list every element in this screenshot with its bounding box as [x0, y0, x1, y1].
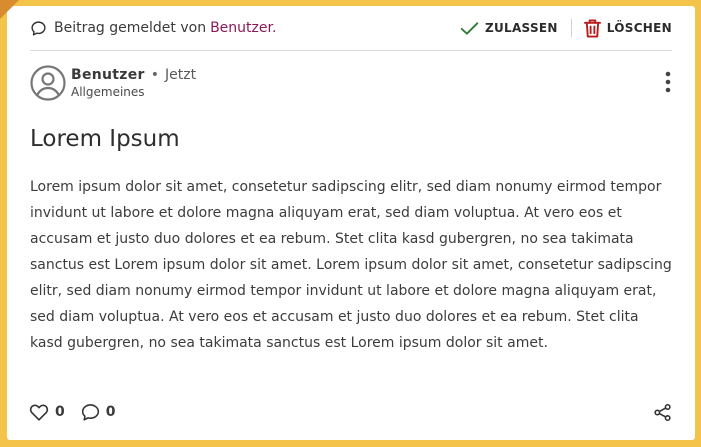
avatar[interactable] [30, 65, 66, 105]
post-header: Benutzer • Jetzt Allgemeines [30, 65, 672, 105]
like-count: 0 [55, 404, 65, 420]
author-block: Benutzer • Jetzt Allgemeines [71, 67, 196, 99]
card-corner-flag [0, 0, 19, 19]
delete-button[interactable]: LÖSCHEN [583, 19, 672, 38]
reported-post-card: Beitrag gemeldet von Benutzer. ZULASSEN [7, 6, 695, 440]
meta-separator: • [150, 67, 160, 83]
approve-label: ZULASSEN [484, 21, 558, 35]
reactions: 0 0 [29, 403, 132, 421]
heart-icon [29, 404, 49, 421]
delete-label: LÖSCHEN [606, 21, 672, 35]
author-line: Benutzer • Jetzt [71, 67, 196, 83]
report-actions: ZULASSEN LÖSCHEN [460, 19, 672, 38]
more-options-button[interactable] [664, 71, 672, 97]
comment-button[interactable]: 0 [81, 403, 116, 421]
author-name[interactable]: Benutzer [71, 67, 145, 83]
report-notice-text: Beitrag gemeldet von [54, 20, 207, 36]
trash-icon [583, 19, 601, 37]
share-icon [654, 403, 671, 421]
like-button[interactable]: 0 [29, 403, 65, 421]
report-bar: Beitrag gemeldet von Benutzer. ZULASSEN [30, 6, 672, 51]
post-title: Lorem Ipsum [30, 126, 180, 152]
post-body: Lorem ipsum dolor sit amet, consetetur s… [30, 179, 672, 351]
comment-count: 0 [105, 404, 116, 420]
user-avatar-icon [30, 65, 66, 101]
action-divider [570, 19, 572, 37]
approve-button[interactable]: ZULASSEN [460, 21, 558, 36]
post-time: Jetzt [165, 67, 197, 83]
comment-icon [81, 404, 99, 421]
post-footer: 0 0 [29, 400, 672, 424]
speech-bubble-icon [31, 20, 46, 36]
share-button[interactable] [653, 403, 672, 422]
report-notice: Beitrag gemeldet von Benutzer. [30, 20, 276, 37]
post-category[interactable]: Allgemeines [71, 85, 196, 99]
reporter-link[interactable]: Benutzer. [210, 20, 276, 36]
vertical-dots-icon [665, 71, 671, 93]
checkmark-icon [460, 21, 479, 35]
